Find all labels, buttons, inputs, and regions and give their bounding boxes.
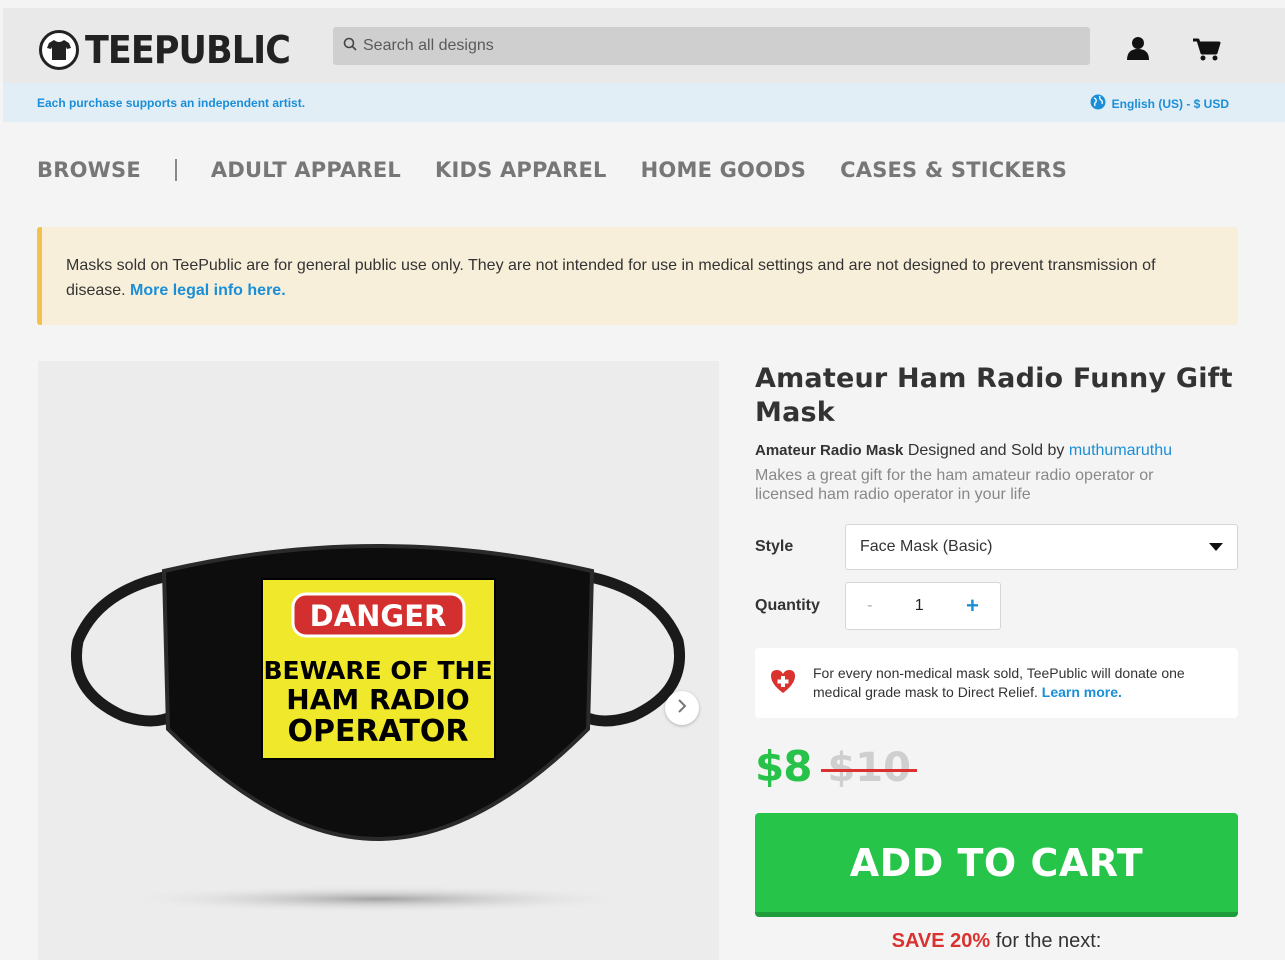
quantity-value: 1 <box>914 597 924 614</box>
style-label: Style <box>755 538 794 555</box>
quantity-label: Quantity <box>755 597 820 614</box>
product-byline: Amateur Radio Mask Designed and Sold by … <box>755 442 1238 460</box>
save-countdown: SAVE 20% for the next: <box>755 930 1238 953</box>
logo[interactable]: TEEPUBLIC <box>39 28 308 72</box>
save-rest-text: for the next: <box>995 930 1102 952</box>
artist-support-bar: Each purchase supports an independent ar… <box>3 83 1285 122</box>
mask-print-line2: HAM RADIO <box>286 683 469 716</box>
search-icon <box>343 37 357 56</box>
donation-text: For every non-medical mask sold, TeePubl… <box>813 665 1185 700</box>
mask-print-line1: BEWARE OF THE <box>263 656 492 685</box>
nav-kids-apparel[interactable]: KIDS APPAREL <box>435 158 607 182</box>
style-row: Style Face Mask (Basic) <box>755 524 1238 570</box>
quantity-decrease-button[interactable]: - <box>867 597 872 615</box>
current-price: $8 <box>755 742 812 791</box>
user-account-icon[interactable] <box>1125 35 1151 66</box>
chevron-right-icon <box>676 698 688 718</box>
quantity-increase-button[interactable]: + <box>966 593 979 619</box>
locale-label: English (US) - $ USD <box>1111 96 1229 111</box>
product-info-panel: Amateur Ham Radio Funny Gift Mask Amateu… <box>755 362 1238 952</box>
nav-adult-apparel[interactable]: ADULT APPAREL <box>211 158 401 182</box>
caret-down-icon <box>1209 538 1223 556</box>
style-selected-value: Face Mask (Basic) <box>860 538 993 555</box>
add-to-cart-button[interactable]: ADD TO CART <box>755 813 1238 917</box>
locale-selector[interactable]: English (US) - $ USD <box>1090 94 1229 113</box>
original-price: $10 <box>821 745 917 791</box>
legal-info-link[interactable]: More legal info here. <box>130 282 286 299</box>
top-bar: TEEPUBLIC <box>3 8 1285 83</box>
gallery-next-button[interactable] <box>665 691 699 725</box>
product-image-gallery: DANGER BEWARE OF THE HAM RADIO OPERATOR <box>38 361 719 960</box>
price-block: $8 $10 <box>755 742 917 791</box>
search-input[interactable] <box>363 37 1063 55</box>
category-nav: BROWSE ADULT APPAREL KIDS APPAREL HOME G… <box>37 158 1101 182</box>
nav-home-goods[interactable]: HOME GOODS <box>641 158 806 182</box>
mask-legal-notice: Masks sold on TeePublic are for general … <box>37 227 1238 325</box>
quantity-row: Quantity - 1 + <box>755 582 1001 630</box>
artist-support-message: Each purchase supports an independent ar… <box>37 96 306 110</box>
nav-cases-stickers[interactable]: CASES & STICKERS <box>840 158 1067 182</box>
heart-plus-icon <box>769 668 797 699</box>
designed-by-label: Designed and Sold by <box>907 442 1065 459</box>
nav-divider <box>174 159 177 181</box>
product-title: Amateur Ham Radio Funny Gift Mask <box>755 363 1233 428</box>
product-description: Makes a great gift for the ham amateur r… <box>755 467 1154 503</box>
search-bar[interactable] <box>333 27 1090 65</box>
tshirt-logo-icon <box>39 30 79 70</box>
learn-more-link[interactable]: Learn more. <box>1042 684 1122 700</box>
product-name: Amateur Radio Mask <box>755 442 904 459</box>
save-percent: SAVE 20% <box>891 930 991 952</box>
donation-text-block: For every non-medical mask sold, TeePubl… <box>813 664 1213 702</box>
quantity-stepper[interactable]: - 1 + <box>845 582 1001 630</box>
artist-link[interactable]: muthumaruthu <box>1069 442 1172 459</box>
nav-browse[interactable]: BROWSE <box>37 158 141 182</box>
logo-text: TEEPUBLIC <box>85 28 291 72</box>
donation-notice: For every non-medical mask sold, TeePubl… <box>755 648 1238 718</box>
cart-icon[interactable] <box>1193 38 1221 67</box>
mask-print-line3: OPERATOR <box>287 714 468 749</box>
globe-icon <box>1090 94 1112 113</box>
mask-product-image: DANGER BEWARE OF THE HAM RADIO OPERATOR <box>71 544 685 913</box>
mask-print-badge: DANGER <box>310 599 447 633</box>
style-select[interactable]: Face Mask (Basic) <box>845 524 1238 570</box>
